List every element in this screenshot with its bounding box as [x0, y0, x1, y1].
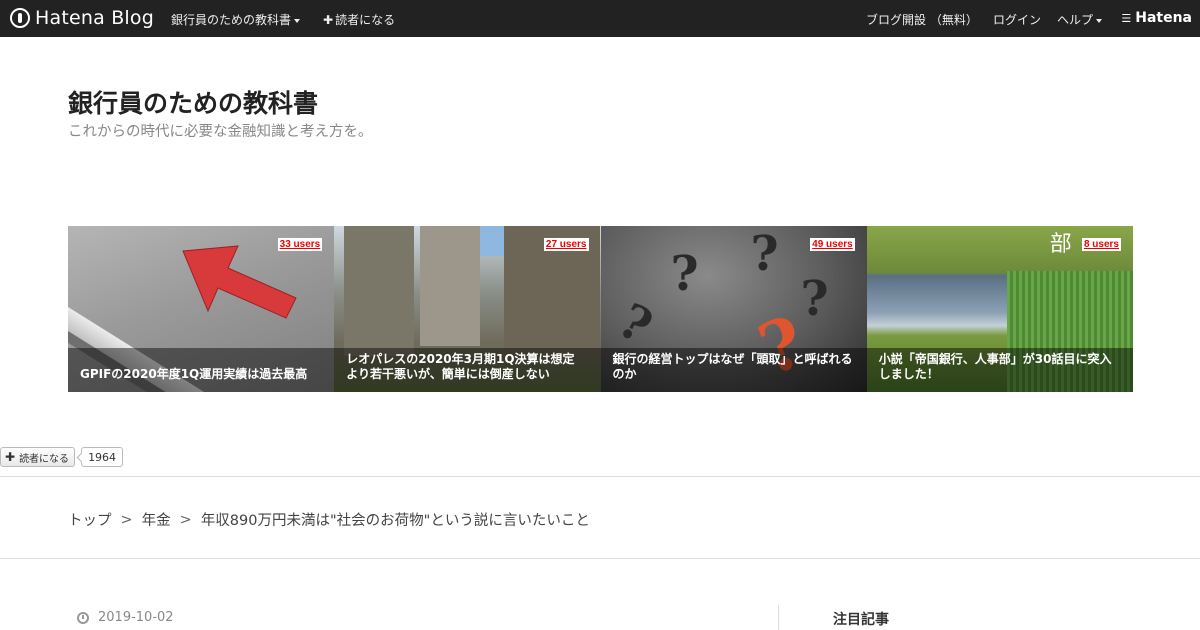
subscribe-widget: ✚ 読者になる 1964: [0, 447, 124, 467]
card-title: 小説「帝国銀行、人事部」が30話目に突入しました！: [878, 352, 1112, 381]
featured-card[interactable]: 27 users レオパレスの2020年3月期1Q決算は想定より若干悪いが、簡単…: [334, 226, 601, 392]
hatena-brand-icon: ☰: [1121, 11, 1132, 25]
breadcrumb: トップ > 年金 > 年収890万円未満は"社会のお荷物"という説に言いたいこと: [68, 509, 590, 530]
help-dropdown[interactable]: ヘルプ: [1057, 11, 1103, 28]
clock-icon: [77, 611, 89, 624]
caret-down-icon: [1096, 18, 1103, 23]
blog-menu-dropdown[interactable]: 銀行員のための教科書: [171, 11, 301, 28]
card-title: 銀行の経営トップはなぜ「頭取」と呼ばれるのか: [612, 352, 853, 381]
help-label: ヘルプ: [1057, 13, 1094, 27]
hatebu-users-badge[interactable]: 33 users: [277, 238, 323, 251]
image-building: [420, 226, 481, 346]
open-blog-link[interactable]: ブログ開設 （無料）: [866, 11, 978, 28]
caret-down-icon: [294, 18, 301, 23]
question-mark-shape: ?: [608, 292, 661, 356]
card-title: レオパレスの2020年3月期1Q決算は想定より若干悪いが、簡単には倒産しない: [346, 352, 575, 381]
sidebar-heading: 注目記事: [833, 612, 889, 628]
featured-card[interactable]: 部 8 users 小説「帝国銀行、人事部」が30話目に突入しました！: [866, 226, 1133, 392]
breadcrumb-home[interactable]: トップ: [68, 509, 112, 530]
subscribe-button-label: 読者になる: [19, 453, 70, 465]
hatebu-users-badge[interactable]: 49 users: [810, 238, 855, 251]
breadcrumb-separator: >: [179, 511, 192, 528]
divider: [0, 476, 1200, 477]
subscribe-link[interactable]: ✚ 読者になる: [323, 11, 395, 28]
image-kanji: 部: [1049, 232, 1072, 257]
hatebu-users-badge[interactable]: 8 users: [1081, 238, 1121, 251]
breadcrumb-current: 年収890万円未満は"社会のお荷物"という説に言いたいこと: [200, 513, 590, 529]
column-divider: [778, 605, 779, 630]
logo-text: Hatena Blog: [35, 7, 154, 29]
question-mark-shape: ?: [750, 226, 779, 282]
divider: [0, 558, 1200, 559]
hatena-blog-logo-icon: [10, 8, 30, 28]
question-mark-shape: ?: [800, 271, 829, 327]
global-header: Hatena Blog 銀行員のための教科書 ✚ 読者になる ブログ開設 （無料）…: [0, 0, 1200, 37]
blog-title[interactable]: 銀行員のための教科書: [68, 84, 318, 120]
entry-date[interactable]: 2019-10-02: [77, 610, 174, 625]
plus-icon: ✚: [5, 450, 16, 464]
image-building: [344, 226, 415, 356]
breadcrumb-separator: >: [120, 511, 133, 528]
plus-icon: ✚: [323, 13, 334, 27]
question-mark-shape: ?: [670, 246, 699, 302]
subscribe-button[interactable]: ✚ 読者になる: [0, 447, 76, 467]
subscriber-count[interactable]: 1964: [81, 447, 124, 467]
hatena-blog-logo[interactable]: Hatena Blog: [10, 7, 154, 29]
entry-date-text: 2019-10-02: [98, 610, 174, 625]
breadcrumb-category[interactable]: 年金: [142, 509, 171, 530]
featured-card[interactable]: 33 users GPIFの2020年度1Q運用実績は過去最高: [68, 226, 335, 392]
brand-label: Hatena: [1135, 10, 1192, 26]
card-title: GPIFの2020年度1Q運用実績は過去最高: [80, 367, 308, 381]
subscribe-label: 読者になる: [335, 13, 396, 27]
hatebu-users-badge[interactable]: 27 users: [543, 238, 589, 251]
featured-card[interactable]: ? ? ? ? ? 49 users 銀行の経営トップはなぜ「頭取」と呼ばれるの…: [600, 226, 867, 392]
blog-description: これからの時代に必要な金融知識と考え方を。: [68, 124, 373, 140]
blog-menu-label: 銀行員のための教科書: [171, 13, 292, 27]
hatena-brand-link[interactable]: ☰ Hatena: [1121, 10, 1192, 26]
featured-articles: 33 users GPIFの2020年度1Q運用実績は過去最高 27 users…: [68, 226, 1133, 392]
login-link[interactable]: ログイン: [993, 11, 1041, 28]
